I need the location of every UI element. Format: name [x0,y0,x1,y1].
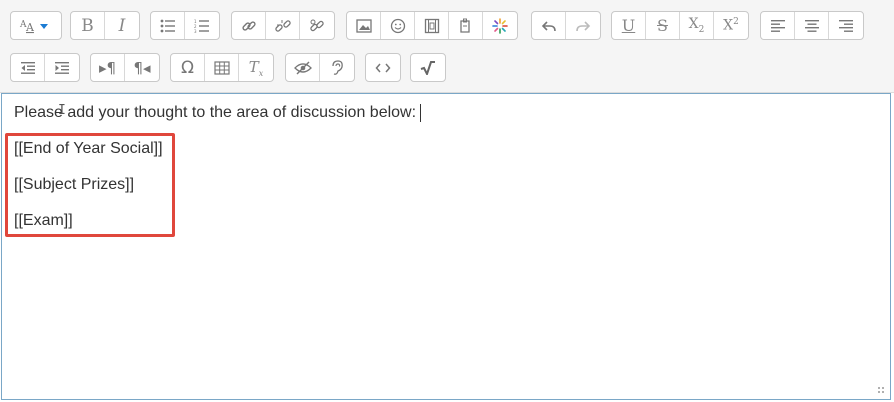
auto-link-button[interactable] [300,12,334,39]
intro-line: Please add your thought to the area of d… [14,104,417,121]
unordered-list-button[interactable] [151,12,185,39]
redo-button[interactable] [566,12,600,39]
accessibility-checker-button[interactable] [286,54,320,81]
ltr-button[interactable]: ▸¶ [91,54,125,81]
media-icon [424,18,439,33]
undo-button[interactable] [532,12,566,39]
underline-button[interactable]: U [612,12,646,39]
svg-text:3: 3 [194,29,197,33]
ordered-list-icon: 1 2 3 [194,19,209,33]
indent-icon [55,61,69,74]
media-button[interactable] [415,12,449,39]
bold-button[interactable]: B [71,12,105,39]
redo-icon [576,20,591,31]
recordrtc-icon [492,17,508,34]
manage-files-button[interactable] [449,12,483,39]
math-group [410,53,446,82]
italic-button[interactable]: I [105,12,139,39]
accessibility-group [285,53,355,82]
html-group [365,53,401,82]
image-button[interactable] [347,12,381,39]
unordered-list-icon [160,19,175,32]
link-icon [241,20,256,31]
align-center-icon [804,19,819,32]
image-icon [355,18,372,33]
align-right-icon [839,19,853,32]
subscript-button[interactable]: X2 [680,12,714,39]
align-left-icon [770,19,785,32]
text-group: B I [70,11,140,40]
indent-button[interactable] [45,54,79,81]
strikethrough-button[interactable]: S [646,12,680,39]
manage-files-icon [459,18,470,33]
table-button[interactable] [205,54,239,81]
table-icon [213,60,230,75]
emoticon-button[interactable] [381,12,415,39]
align-group [760,11,864,40]
undo-icon [541,20,556,31]
special-character-icon: Ω [181,57,194,78]
resize-handle[interactable] [877,386,885,394]
underline-icon: U [621,16,636,35]
unlink-button[interactable] [266,12,300,39]
rtl-button[interactable]: ¶◂ [125,54,159,81]
lists-group: 1 2 3 [150,11,220,40]
ibeam-cursor-icon: I [58,103,66,118]
superscript-icon: X2 [723,17,739,34]
outdent-icon [20,61,35,74]
equation-editor-icon [420,60,435,75]
html-source-icon [375,63,391,72]
align-left-button[interactable] [761,12,795,39]
bold-icon: B [81,15,94,36]
indent-group [10,53,80,82]
italic-icon: I [118,15,126,36]
styles-group: A A [10,11,62,40]
rtl-icon: ¶◂ [133,58,151,77]
clear-formatting-icon: Tx [248,57,264,78]
equation-editor-button[interactable] [411,54,445,81]
paragraph-styles-button[interactable]: A A [11,12,61,39]
link-button[interactable] [232,12,266,39]
screenreader-helper-icon [332,59,343,75]
undo-group [531,11,601,40]
accessibility-checker-icon [293,61,312,74]
unlink-icon [274,19,291,32]
recordrtc-button[interactable] [483,12,517,39]
ordered-list-button[interactable]: 1 2 3 [185,12,219,39]
format-group: U S X2 X2 [611,11,749,40]
paragraph-styles-icon: A A [19,20,48,34]
superscript-button[interactable]: X2 [714,12,748,39]
media-group [346,11,518,40]
screenreader-helper-button[interactable] [320,54,354,81]
editor-toolbar: A A B I 1 2 3 U S X2 X2 ▸¶ ¶◂ Ω Tx [0,0,894,93]
html-source-button[interactable] [366,54,400,81]
clear-formatting-button[interactable]: Tx [239,54,273,81]
ltr-icon: ▸¶ [98,58,117,77]
direction-group: ▸¶ ¶◂ [90,53,160,82]
svg-text:A: A [25,21,35,34]
emoticon-icon [390,18,405,33]
links-group [231,11,335,40]
highlight-box [5,133,175,237]
text-caret [420,104,421,122]
subscript-icon: X2 [688,16,705,35]
insert-group: Ω Tx [170,53,274,82]
strikethrough-icon: S [657,16,668,35]
outdent-button[interactable] [11,54,45,81]
align-center-button[interactable] [795,12,829,39]
align-right-button[interactable] [829,12,863,39]
auto-link-icon [310,19,324,31]
special-character-button[interactable]: Ω [171,54,205,81]
